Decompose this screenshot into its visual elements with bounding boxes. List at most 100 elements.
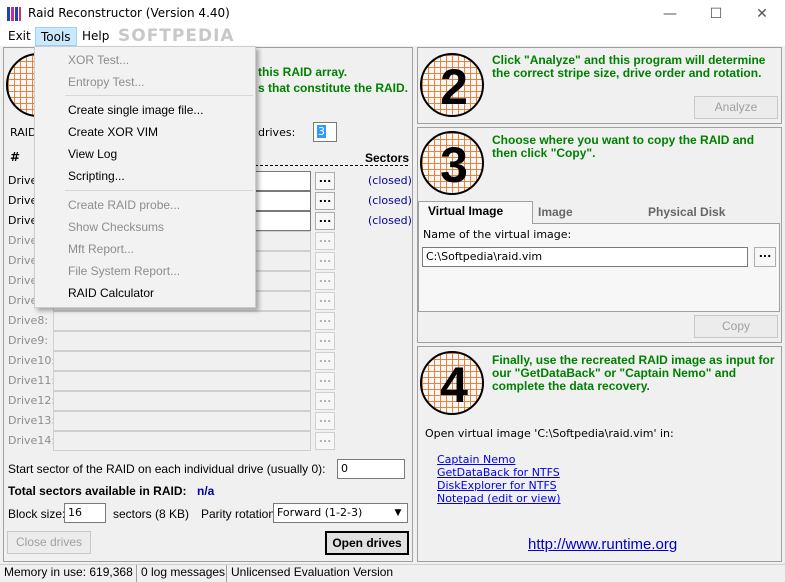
runtime-url-link[interactable]: http://www.runtime.org [528,536,677,553]
menu-item-create-xor-vim[interactable]: Create XOR VIM [35,121,255,143]
drive-label: Drive [8,274,38,287]
open-drives-button[interactable]: Open drives [325,531,409,555]
drive-path-field[interactable] [53,371,311,391]
start-sector-input[interactable]: 0 [337,459,405,479]
link-captain-nemo[interactable]: Captain Nemo [437,453,515,466]
menu-exit[interactable]: Exit [3,27,36,46]
chevron-down-icon[interactable]: ▼ [391,505,405,521]
header-divider [255,165,408,166]
drive-browse-button[interactable]: ... [315,412,335,430]
step3-instructions: Choose where you want to copy the RAID a… [492,133,755,160]
drive-status: (closed) [368,174,412,187]
drive-path-field[interactable] [53,311,311,331]
menu-item-entropy-test[interactable]: Entropy Test... [35,71,255,93]
close-drives-button[interactable]: Close drives [7,531,91,554]
tab-physical-disk[interactable]: Physical Disk [648,203,725,223]
drive-browse-button[interactable]: ... [315,192,335,210]
tab-virtual-image[interactable]: Virtual Image [418,201,533,224]
block-size-label: Block size: [8,507,66,521]
minimize-button[interactable]: — [647,0,693,27]
drive-browse-button[interactable]: ... [315,372,335,390]
menu-item-scripting[interactable]: Scripting... [35,165,255,187]
drive-label: Drive [8,214,38,227]
step1-instructions-line2: s that constitute the RAID. [258,81,409,95]
analyze-button[interactable]: Analyze [694,96,778,119]
total-sectors-label: Total sectors available in RAID: [8,484,187,498]
step2-circle: 2 [420,53,484,117]
block-size-unit: sectors (8 KB) [113,507,190,521]
open-virtual-image-label: Open virtual image 'C:\Softpedia\raid.vi… [425,427,674,440]
menu-item-create-raid-probe[interactable]: Create RAID probe... [35,194,255,216]
parity-rotation-select[interactable]: Forward (1-2-3) ▼ [273,503,408,523]
drive-path-field[interactable] [53,351,311,371]
block-size-input[interactable]: 16 [64,503,106,523]
drive-browse-button[interactable]: ... [315,332,335,350]
drive-browse-button[interactable]: ... [315,272,335,290]
virtual-image-name-label: Name of the virtual image: [423,228,572,241]
drive-browse-button[interactable]: ... [315,292,335,310]
drive-status: (closed) [368,214,412,227]
drive-browse-button[interactable]: ... [315,252,335,270]
drive-label: Drive [8,254,38,267]
drive-label: Drive11: [8,374,56,387]
menu-help[interactable]: Help [77,27,114,46]
start-sector-label: Start sector of the RAID on each individ… [8,462,326,476]
menu-item-create-single-image[interactable]: Create single image file... [35,99,255,121]
drive-label: Drive10: [8,354,56,367]
browse-image-button[interactable]: ... [754,247,776,267]
drive-path-field[interactable] [53,411,311,431]
menu-tools[interactable]: Tools [35,27,77,46]
menu-item-raid-calculator[interactable]: RAID Calculator [35,282,255,304]
close-button[interactable]: ✕ [739,0,785,27]
drive-label: Drive [8,194,38,207]
menu-separator [65,190,253,191]
app-icon [7,7,21,21]
menu-item-mft-report[interactable]: Mft Report... [35,238,255,260]
drive-label: Drive14: [8,434,56,447]
drive-status: (closed) [368,194,412,207]
tab-image[interactable]: Image [538,203,573,223]
step4-circle: 4 [420,351,484,415]
link-notepad[interactable]: Notepad (edit or view) [437,492,561,505]
drive-path-field[interactable] [53,431,311,451]
drives-count-field[interactable]: 3 [313,122,337,142]
drives-count-label: drives: [258,126,296,139]
copy-button[interactable]: Copy [694,315,778,338]
drive-browse-button[interactable]: ... [315,312,335,330]
drive-label: Drive [8,294,38,307]
drive-label: Drive13: [8,414,56,427]
raid-label: RAID [10,126,37,139]
step3-circle: 3 [420,131,484,195]
link-diskexplorer-ntfs[interactable]: DiskExplorer for NTFS [437,479,557,492]
menu-item-xor-test[interactable]: XOR Test... [35,49,255,71]
menu-item-show-checksums[interactable]: Show Checksums [35,216,255,238]
column-number: # [10,150,21,164]
drive-browse-button[interactable]: ... [315,352,335,370]
drive-label: Drive [8,174,38,187]
drive-label: Drive9: [8,334,49,347]
menu-item-view-log[interactable]: View Log [35,143,255,165]
drive-browse-button[interactable]: ... [315,432,335,450]
menu-item-file-system-report[interactable]: File System Report... [35,260,255,282]
tools-dropdown-menu: XOR Test... Entropy Test... Create single … [34,46,256,308]
step4-instructions: Finally, use the recreated RAID image as… [492,353,775,393]
status-memory: Memory in use: 619,368 [4,565,133,579]
drive-path-field[interactable] [53,331,311,351]
maximize-button[interactable]: ☐ [693,0,739,27]
step1-instructions-line1: this RAID array. [258,65,348,79]
virtual-image-name-input[interactable]: C:\Softpedia\raid.vim [422,247,748,267]
drive-label: Drive8: [8,314,49,327]
step2-instructions: Click "Analyze" and this program will de… [492,53,766,80]
drive-label: Drive12: [8,394,56,407]
drive-browse-button[interactable]: ... [315,392,335,410]
drive-browse-button[interactable]: ... [315,172,335,190]
window-title: Raid Reconstructor (Version 4.40) [28,6,230,20]
parity-rotation-label: Parity rotation: [201,507,279,521]
menu-separator [65,95,253,96]
drive-label: Drive [8,234,38,247]
link-getdataback-ntfs[interactable]: GetDataBack for NTFS [437,466,560,479]
drive-browse-button[interactable]: ... [315,212,335,230]
drive-browse-button[interactable]: ... [315,232,335,250]
status-license: Unlicensed Evaluation Version [226,565,785,582]
drive-path-field[interactable] [53,391,311,411]
